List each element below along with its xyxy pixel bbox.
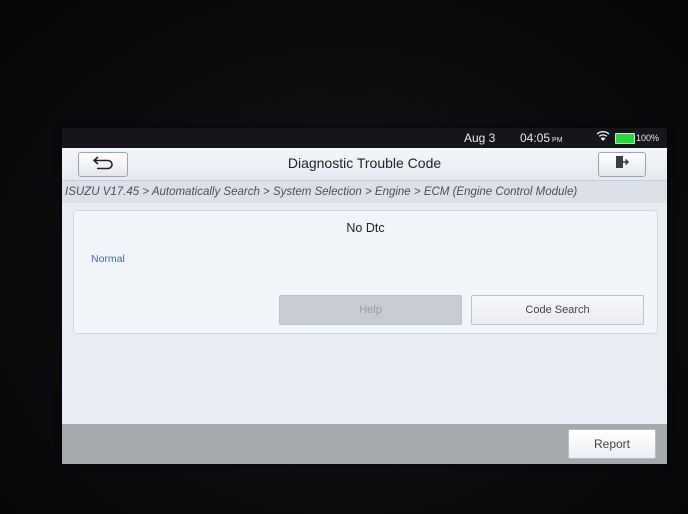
dtc-message: No Dtc xyxy=(346,221,385,235)
device-screen: Aug 3 04:05 PM 100% Diagnostic Trouble Co… xyxy=(62,128,667,464)
breadcrumb: ISUZU V17.45 > Automatically Search > Sy… xyxy=(62,181,667,203)
report-button[interactable]: Report xyxy=(568,429,656,459)
battery-percent: 100% xyxy=(636,133,660,143)
status-time: 04:05 PM xyxy=(520,131,563,145)
help-button[interactable]: Help xyxy=(279,295,462,325)
wifi-icon xyxy=(596,130,610,145)
bottom-toolbar: Report xyxy=(62,424,667,464)
dtc-result-panel: No Dtc Normal Help Code Search xyxy=(73,210,658,334)
battery-icon xyxy=(615,133,635,144)
exit-button[interactable] xyxy=(598,152,646,177)
title-bar: Diagnostic Trouble Code xyxy=(62,148,667,181)
status-bar: Aug 3 04:05 PM 100% xyxy=(62,128,667,148)
code-search-button[interactable]: Code Search xyxy=(471,295,644,325)
status-label: Normal xyxy=(91,253,125,265)
exit-door-icon xyxy=(614,154,630,175)
status-date: Aug 3 xyxy=(464,131,496,145)
status-ampm: PM xyxy=(552,137,563,144)
page-title: Diagnostic Trouble Code xyxy=(287,155,442,171)
